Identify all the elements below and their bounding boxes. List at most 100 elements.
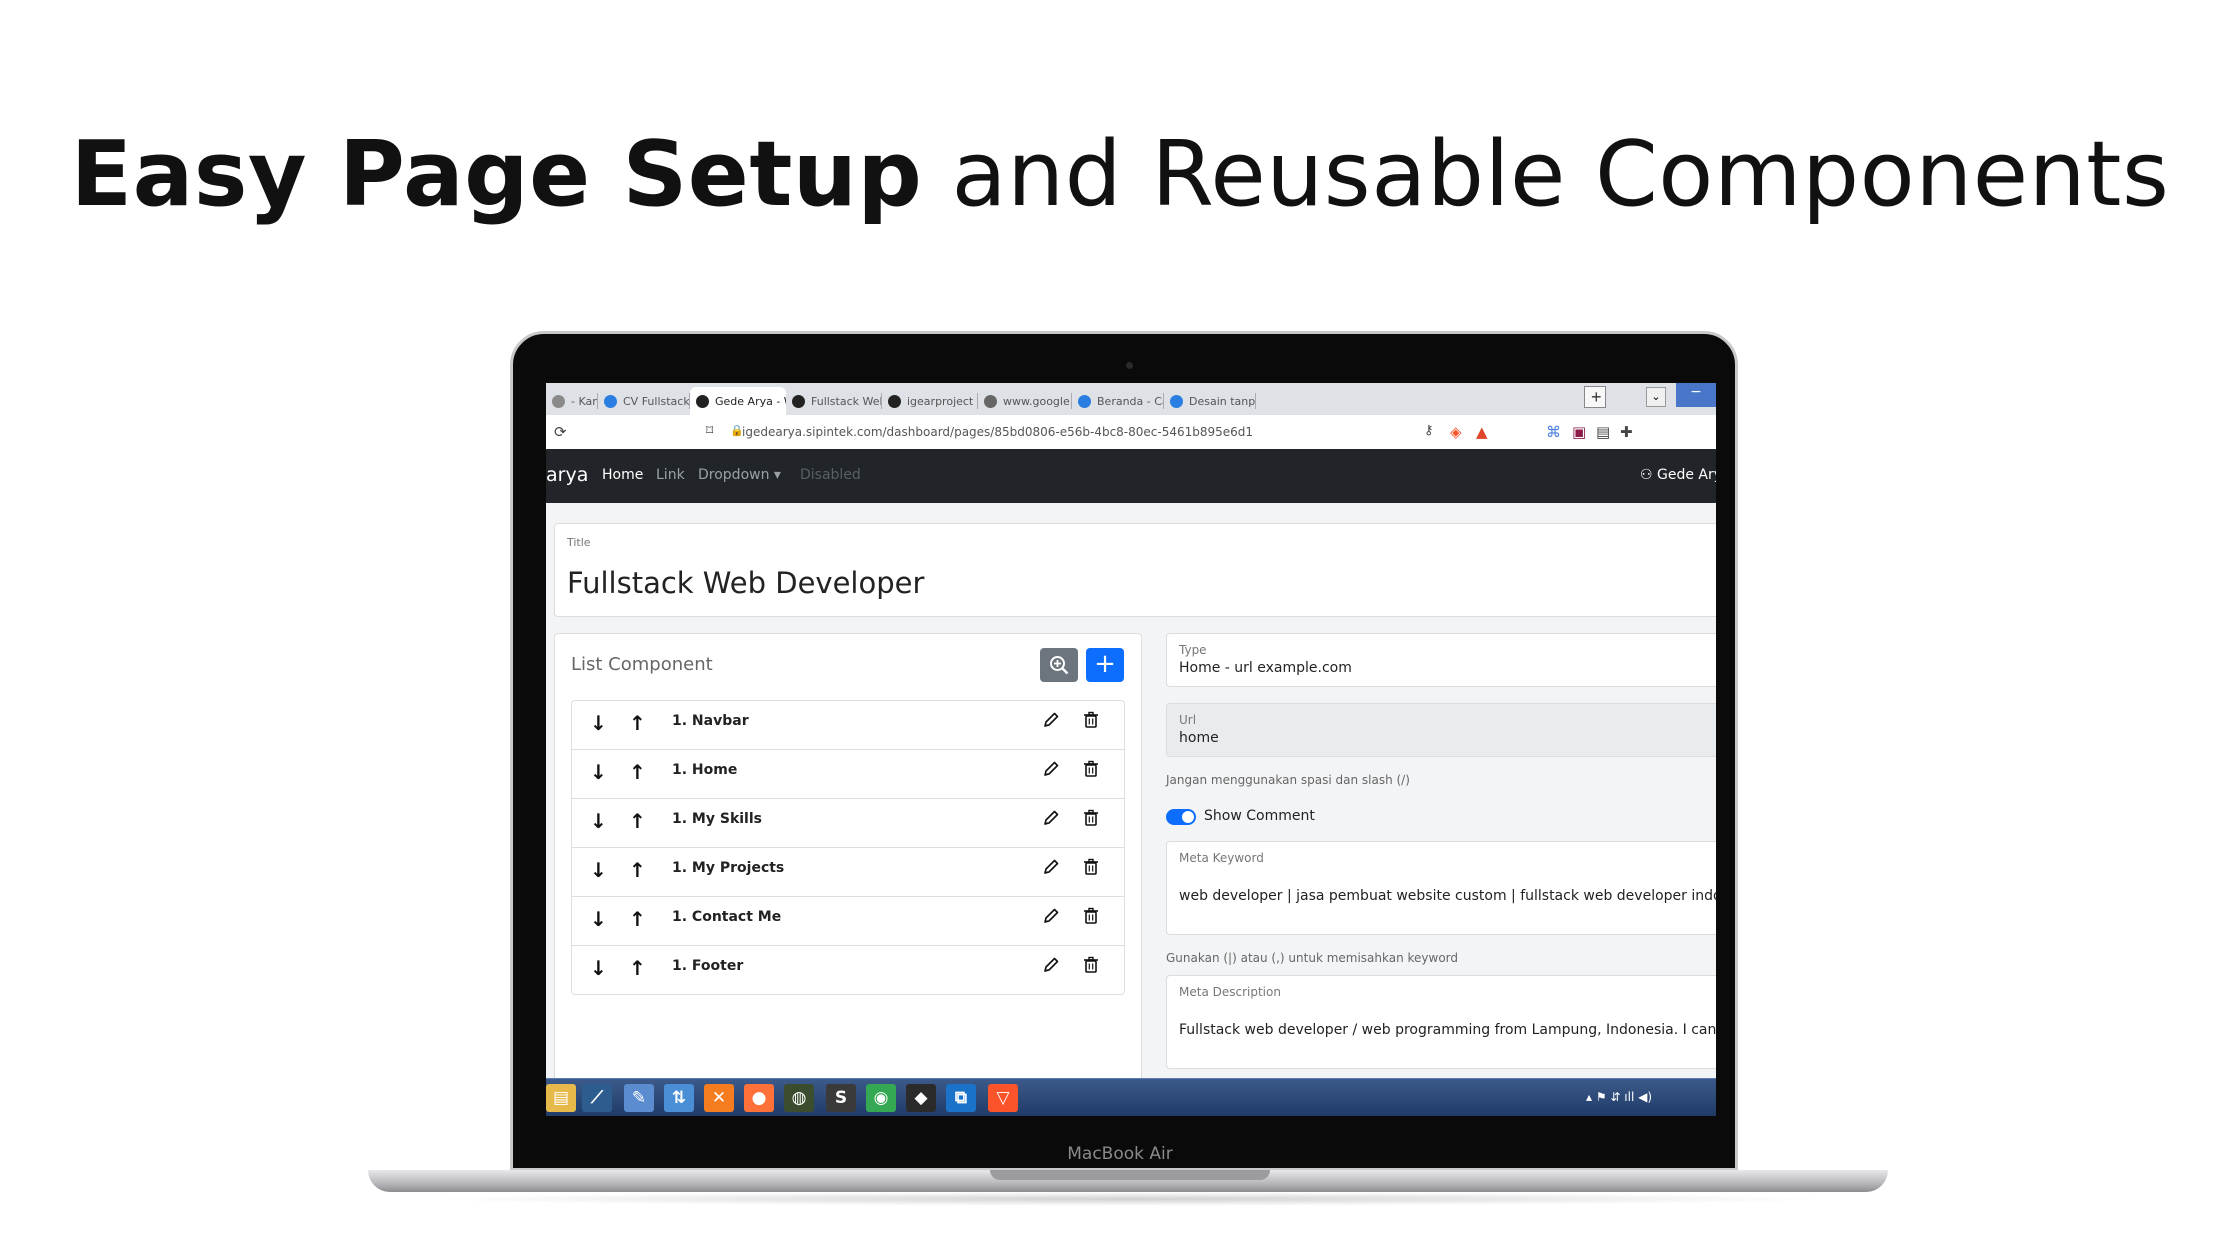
- xampp-icon[interactable]: ✕: [704, 1084, 734, 1112]
- new-tab-button[interactable]: +: [1584, 386, 1606, 408]
- tab-label: igearproject (igear: [907, 394, 978, 408]
- chrome-icon[interactable]: ◉: [866, 1084, 896, 1112]
- paint-icon[interactable]: ✎: [624, 1084, 654, 1112]
- nav-user-name: Gede Arya: [1657, 467, 1716, 483]
- edit-icon[interactable]: [1042, 858, 1060, 880]
- show-comment-toggle[interactable]: [1166, 809, 1196, 825]
- title-value: Fullstack Web Developer: [567, 566, 925, 600]
- delete-icon[interactable]: [1082, 907, 1100, 929]
- meta-keyword-label: Meta Keyword: [1179, 851, 1264, 865]
- edit-icon[interactable]: [1042, 760, 1060, 782]
- vscode-icon[interactable]: ⧉: [946, 1084, 976, 1112]
- list-item: ↓ ↑ 1. My Projects: [571, 848, 1125, 897]
- system-tray[interactable]: ▴ ⚑ ⇵ ıll ◀): [1586, 1090, 1652, 1104]
- reload-icon[interactable]: ⟳: [554, 423, 567, 441]
- list-item: ↓ ↑ 1. Contact Me: [571, 897, 1125, 946]
- tab-label: Beranda - Canva: [1097, 394, 1164, 408]
- reader-icon[interactable]: ▤: [1596, 423, 1610, 441]
- minimize-button[interactable]: −: [1676, 383, 1716, 407]
- move-up-icon[interactable]: ↑: [629, 809, 646, 833]
- type-select[interactable]: Type Home - url example.com: [1166, 633, 1716, 687]
- browser-tab[interactable]: - Kamva/my: [546, 387, 598, 415]
- translate-icon[interactable]: ⌘: [1546, 423, 1561, 441]
- component-name: 1. My Skills: [672, 811, 762, 827]
- title-field[interactable]: Title Fullstack Web Developer: [554, 523, 1716, 617]
- headline-bold: Easy Page Setup: [70, 122, 923, 227]
- zoom-in-icon: [1050, 656, 1069, 675]
- zoom-button[interactable]: [1040, 648, 1078, 682]
- move-up-icon[interactable]: ↑: [629, 711, 646, 735]
- delete-icon[interactable]: [1082, 956, 1100, 978]
- move-up-icon[interactable]: ↑: [629, 858, 646, 882]
- move-down-icon[interactable]: ↓: [590, 956, 607, 980]
- sublime-icon[interactable]: S: [826, 1084, 856, 1112]
- brave-rewards-icon[interactable]: ▲: [1476, 423, 1488, 441]
- edit-icon[interactable]: [1042, 711, 1060, 733]
- move-down-icon[interactable]: ↓: [590, 907, 607, 931]
- browser-tab[interactable]: Fullstack Web Deve: [786, 387, 882, 415]
- file-explorer-icon[interactable]: ▤: [546, 1084, 576, 1112]
- edit-icon[interactable]: [1042, 956, 1060, 978]
- move-down-icon[interactable]: ↓: [590, 711, 607, 735]
- chart-app-icon[interactable]: ◍: [784, 1084, 814, 1112]
- firefox-icon[interactable]: ●: [744, 1084, 774, 1112]
- move-up-icon[interactable]: ↑: [629, 907, 646, 931]
- browser-tab[interactable]: www.google.com: [978, 387, 1072, 415]
- meta-description-field[interactable]: Meta Description Fullstack web developer…: [1166, 975, 1716, 1069]
- move-up-icon[interactable]: ↑: [629, 760, 646, 784]
- url-text[interactable]: igedearya.sipintek.com/dashboard/pages/8…: [742, 425, 1253, 439]
- app-icon: [696, 394, 709, 408]
- brave-icon[interactable]: ▽: [988, 1084, 1018, 1112]
- delete-icon[interactable]: [1082, 809, 1100, 831]
- puzzle-icon[interactable]: ✚: [1620, 423, 1633, 441]
- tab-label: www.google.com: [1003, 394, 1072, 408]
- delete-icon[interactable]: [1082, 760, 1100, 782]
- bookmark-icon[interactable]: ⌑: [706, 423, 713, 439]
- headline: Easy Page Setup and Reusable Components: [0, 122, 2240, 227]
- browser-tab[interactable]: igearproject (igear: [882, 387, 978, 415]
- browser-tab[interactable]: Gede Arya - We×: [690, 387, 786, 415]
- meta-description-label: Meta Description: [1179, 985, 1281, 999]
- move-down-icon[interactable]: ↓: [590, 809, 607, 833]
- move-down-icon[interactable]: ↓: [590, 760, 607, 784]
- tab-label: Gede Arya - We: [715, 394, 786, 408]
- add-component-button[interactable]: +: [1086, 648, 1124, 682]
- key-icon[interactable]: ⚷: [1424, 423, 1434, 438]
- nav-dropdown[interactable]: Dropdown ▾: [698, 467, 781, 483]
- tab-search-dropdown[interactable]: ⌄: [1646, 387, 1666, 407]
- delete-icon[interactable]: [1082, 858, 1100, 880]
- nav-user[interactable]: ⚇ Gede Arya: [1640, 467, 1716, 483]
- meta-keyword-value: web developer | jasa pembuat website cus…: [1179, 888, 1716, 904]
- url-field[interactable]: Url home: [1166, 703, 1716, 757]
- extension-icon[interactable]: ▣: [1572, 423, 1586, 441]
- nav-home[interactable]: Home: [602, 467, 643, 483]
- camera: [1126, 362, 1133, 369]
- canva-icon: [604, 394, 617, 408]
- component-name: 1. Home: [672, 762, 738, 778]
- inkscape-icon[interactable]: ◆: [906, 1084, 936, 1112]
- laptop-notch: [990, 1170, 1270, 1180]
- edit-icon[interactable]: [1042, 809, 1060, 831]
- url-label: Url: [1179, 713, 1197, 727]
- canva-icon: [1078, 394, 1091, 408]
- move-up-icon[interactable]: ↑: [629, 956, 646, 980]
- browser-tab[interactable]: CV Fullstack Web D: [598, 387, 690, 415]
- brave-shield-icon[interactable]: ◈: [1450, 423, 1462, 441]
- canva-icon: [1170, 394, 1183, 408]
- move-down-icon[interactable]: ↓: [590, 858, 607, 882]
- browser-tab[interactable]: Beranda - Canva: [1072, 387, 1164, 415]
- meta-keyword-field[interactable]: Meta Keyword web developer | jasa pembua…: [1166, 841, 1716, 935]
- window-icon: [552, 394, 565, 408]
- navbar-brand[interactable]: arya: [546, 464, 588, 486]
- edit-icon[interactable]: [1042, 907, 1060, 929]
- network-icon[interactable]: ⇅: [664, 1084, 694, 1112]
- url-value: home: [1179, 730, 1219, 746]
- delete-icon[interactable]: [1082, 711, 1100, 733]
- app-icon: [792, 394, 805, 408]
- github-icon: [888, 394, 901, 408]
- mysql-workbench-icon[interactable]: ⟋: [582, 1084, 612, 1112]
- type-value: Home - url example.com: [1179, 660, 1352, 676]
- app-navbar: arya Home Link Dropdown ▾ Disabled ⚇ Ged…: [546, 449, 1716, 503]
- browser-tab[interactable]: Desain tanpa judul: [1164, 387, 1256, 415]
- nav-link[interactable]: Link: [656, 467, 685, 483]
